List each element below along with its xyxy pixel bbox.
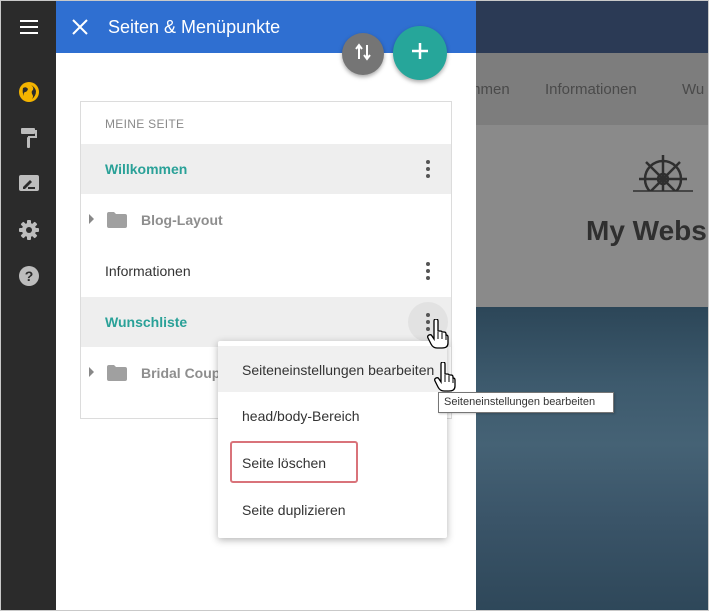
sort-icon <box>355 42 371 66</box>
hand-cursor-icon <box>427 318 449 354</box>
svg-text:?: ? <box>24 268 33 284</box>
edit-text-icon[interactable] <box>1 164 56 204</box>
preview-nav-item: mmen <box>476 81 510 98</box>
tree-row-label[interactable]: Informationen <box>105 263 191 279</box>
tree-row-label[interactable]: Willkommen <box>105 161 187 177</box>
preview-sea-image <box>476 307 708 610</box>
preview-topbar <box>476 1 708 53</box>
globe-icon[interactable] <box>1 72 56 112</box>
folder-icon <box>107 212 127 233</box>
website-preview: mmen Informationen Wu My Webs <box>476 1 708 610</box>
kebab-icon[interactable] <box>418 261 438 281</box>
menu-icon[interactable] <box>1 1 56 53</box>
menu-item-duplicate-page[interactable]: Seite duplizieren <box>218 486 447 532</box>
kebab-icon[interactable] <box>418 159 438 179</box>
tree-row-willkommen[interactable]: Willkommen <box>81 144 451 194</box>
expand-caret-icon[interactable] <box>89 367 94 377</box>
left-rail: ? <box>1 1 56 610</box>
expand-caret-icon[interactable] <box>89 214 94 224</box>
tree-row-blog-layout[interactable]: Blog-Layout <box>81 195 451 245</box>
gear-icon[interactable] <box>1 210 56 250</box>
delete-highlight-frame <box>230 441 358 483</box>
preview-nav-item: Informationen <box>545 81 637 98</box>
hand-cursor-icon <box>434 361 456 397</box>
ship-wheel-icon <box>631 151 695 206</box>
tree-row-label[interactable]: Wunschliste <box>105 314 187 330</box>
menu-item-label: Seiteneinstellungen bearbeiten <box>242 362 435 378</box>
menu-item-label: head/body-Bereich <box>242 408 360 424</box>
preview-site-title: My Webs <box>586 215 707 246</box>
tree-header: MEINE SEITE <box>105 117 185 131</box>
preview-nav-item: Wu <box>682 81 705 98</box>
add-page-button[interactable] <box>393 26 447 80</box>
tree-row-informationen[interactable]: Informationen <box>81 246 451 296</box>
menu-item-label: Seite duplizieren <box>242 502 346 518</box>
tree-row-label[interactable]: Blog-Layout <box>141 212 223 228</box>
close-icon[interactable] <box>70 17 90 37</box>
panel-title: Seiten & Menüpunkte <box>108 17 281 37</box>
tree-row-wunschliste[interactable]: Wunschliste <box>81 297 451 347</box>
page-context-menu: Seiteneinstellungen bearbeiten head/body… <box>218 341 447 538</box>
tooltip: Seiteneinstellungen bearbeiten <box>438 392 614 413</box>
menu-item-page-settings[interactable]: Seiteneinstellungen bearbeiten <box>218 346 447 392</box>
folder-icon <box>107 365 127 386</box>
plus-icon <box>411 42 429 65</box>
paint-roller-icon[interactable] <box>1 118 56 158</box>
app-window: ? mmen Informationen Wu <box>0 0 709 611</box>
help-icon[interactable]: ? <box>1 256 56 296</box>
menu-item-head-body[interactable]: head/body-Bereich <box>218 392 447 438</box>
sort-pages-button[interactable] <box>342 33 384 75</box>
